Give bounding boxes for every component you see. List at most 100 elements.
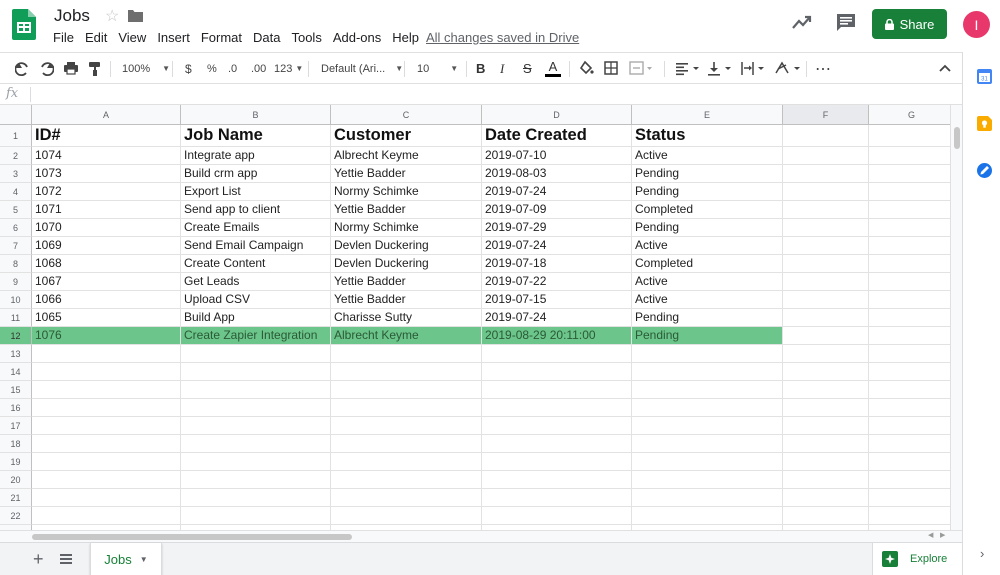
- column-header-a[interactable]: A: [32, 105, 181, 125]
- table-cell[interactable]: Devlen Duckering: [331, 237, 482, 255]
- table-cell[interactable]: [783, 291, 869, 309]
- table-cell[interactable]: [632, 471, 783, 489]
- italic-button[interactable]: I: [500, 53, 504, 84]
- table-cell[interactable]: Charisse Sutty: [331, 309, 482, 327]
- table-cell[interactable]: [783, 489, 869, 507]
- table-cell[interactable]: [869, 399, 950, 417]
- table-cell[interactable]: [869, 327, 950, 345]
- table-cell[interactable]: [32, 471, 181, 489]
- text-color-button[interactable]: A: [545, 53, 561, 84]
- table-cell[interactable]: 2019-08-29 20:11:00: [482, 327, 632, 345]
- table-cell[interactable]: [482, 399, 632, 417]
- table-cell[interactable]: Pending: [632, 165, 783, 183]
- row-header[interactable]: 8: [0, 255, 32, 273]
- comments-icon[interactable]: [836, 13, 856, 32]
- table-cell[interactable]: [783, 363, 869, 381]
- table-cell[interactable]: [783, 345, 869, 363]
- vertical-scroll-thumb[interactable]: [954, 127, 960, 149]
- column-header-e[interactable]: E: [632, 105, 783, 125]
- row-header[interactable]: 1: [0, 125, 32, 147]
- table-cell[interactable]: 2019-07-24: [482, 309, 632, 327]
- table-cell[interactable]: 1071: [32, 201, 181, 219]
- table-cell[interactable]: [181, 363, 331, 381]
- text-rotation-icon[interactable]: [774, 53, 802, 84]
- table-cell[interactable]: [482, 471, 632, 489]
- table-cell[interactable]: [32, 345, 181, 363]
- select-all-corner[interactable]: [0, 105, 32, 125]
- decrease-decimal-button[interactable]: .0: [228, 53, 237, 84]
- print-icon[interactable]: [63, 53, 79, 84]
- table-cell[interactable]: [32, 489, 181, 507]
- table-cell[interactable]: [632, 417, 783, 435]
- table-cell[interactable]: [869, 147, 950, 165]
- activity-dashboard-icon[interactable]: [792, 14, 812, 30]
- table-cell[interactable]: [331, 453, 482, 471]
- table-cell[interactable]: [181, 399, 331, 417]
- table-cell[interactable]: Normy Schimke: [331, 183, 482, 201]
- table-cell[interactable]: [181, 345, 331, 363]
- table-cell[interactable]: Integrate app: [181, 147, 331, 165]
- table-cell[interactable]: 2019-07-22: [482, 273, 632, 291]
- table-cell[interactable]: [783, 399, 869, 417]
- header-cell[interactable]: Date Created: [482, 125, 632, 147]
- table-cell[interactable]: [181, 417, 331, 435]
- header-cell[interactable]: Status: [632, 125, 783, 147]
- menu-data[interactable]: Data: [253, 30, 280, 45]
- table-cell[interactable]: [783, 327, 869, 345]
- table-cell[interactable]: [482, 453, 632, 471]
- menu-help[interactable]: Help: [392, 30, 419, 45]
- folder-icon[interactable]: [128, 9, 143, 22]
- table-cell[interactable]: [632, 381, 783, 399]
- table-cell[interactable]: Albrecht Keyme: [331, 327, 482, 345]
- table-cell[interactable]: 1070: [32, 219, 181, 237]
- table-cell[interactable]: [331, 399, 482, 417]
- table-cell[interactable]: [869, 273, 950, 291]
- table-cell[interactable]: Active: [632, 237, 783, 255]
- horizontal-scroll-thumb[interactable]: [32, 534, 352, 540]
- row-header[interactable]: 20: [0, 471, 32, 489]
- table-cell[interactable]: 2019-08-03: [482, 165, 632, 183]
- table-cell[interactable]: 2019-07-18: [482, 255, 632, 273]
- row-header[interactable]: 12: [0, 327, 32, 345]
- undo-icon[interactable]: [15, 53, 31, 84]
- table-cell[interactable]: [331, 345, 482, 363]
- table-cell[interactable]: [783, 507, 869, 525]
- table-cell[interactable]: 1068: [32, 255, 181, 273]
- table-cell[interactable]: [632, 435, 783, 453]
- sheet-tab-jobs[interactable]: Jobs ▼: [90, 543, 162, 575]
- table-cell[interactable]: 1074: [32, 147, 181, 165]
- spreadsheet-grid[interactable]: A B C D E F G 1 ID# Job Name Customer Date Created S…: [0, 105, 950, 530]
- share-button[interactable]: Share: [872, 9, 947, 39]
- all-sheets-icon[interactable]: [60, 554, 72, 564]
- table-cell[interactable]: [331, 417, 482, 435]
- table-cell[interactable]: 2019-07-29: [482, 219, 632, 237]
- table-cell[interactable]: Yettie Badder: [331, 201, 482, 219]
- table-cell[interactable]: [32, 453, 181, 471]
- table-cell[interactable]: [869, 489, 950, 507]
- google-sheets-logo-icon[interactable]: [12, 9, 36, 40]
- table-cell[interactable]: [632, 489, 783, 507]
- table-cell[interactable]: [632, 363, 783, 381]
- scroll-right-icon[interactable]: ▶: [940, 531, 945, 539]
- table-cell[interactable]: [783, 183, 869, 201]
- table-cell[interactable]: [331, 471, 482, 489]
- calendar-icon[interactable]: 31: [977, 69, 992, 84]
- table-cell[interactable]: [181, 435, 331, 453]
- table-cell[interactable]: [869, 183, 950, 201]
- table-cell[interactable]: [331, 381, 482, 399]
- row-header[interactable]: 18: [0, 435, 32, 453]
- table-cell[interactable]: Send app to client: [181, 201, 331, 219]
- paint-format-icon[interactable]: [88, 53, 102, 84]
- table-cell[interactable]: [869, 435, 950, 453]
- table-cell[interactable]: [32, 399, 181, 417]
- expand-panel-icon[interactable]: ›: [980, 546, 984, 561]
- table-cell[interactable]: Completed: [632, 255, 783, 273]
- percent-format-button[interactable]: %: [207, 53, 217, 84]
- table-cell[interactable]: [482, 507, 632, 525]
- table-cell[interactable]: [869, 255, 950, 273]
- header-cell[interactable]: ID#: [32, 125, 181, 147]
- table-cell[interactable]: Create Emails: [181, 219, 331, 237]
- row-header[interactable]: 10: [0, 291, 32, 309]
- table-cell[interactable]: [869, 417, 950, 435]
- borders-icon[interactable]: [604, 53, 618, 84]
